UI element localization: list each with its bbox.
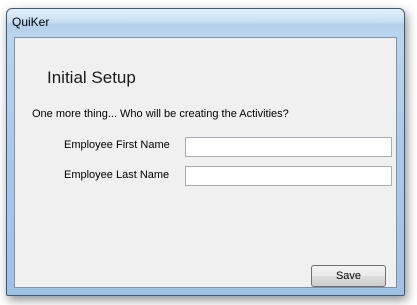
last-name-field[interactable] <box>185 166 392 186</box>
save-button[interactable]: Save <box>311 265 386 287</box>
setup-panel: Initial Setup One more thing... Who will… <box>14 37 397 288</box>
last-name-label: Employee Last Name <box>64 169 170 181</box>
first-name-field[interactable] <box>185 137 392 157</box>
setup-prompt: One more thing... Who will be creating t… <box>32 108 289 120</box>
setup-window: QuiKer Initial Setup One more thing... W… <box>6 8 405 296</box>
title-bar[interactable]: QuiKer <box>7 9 404 37</box>
first-name-label: Employee First Name <box>64 139 170 151</box>
window-title: QuiKer <box>12 15 50 29</box>
page-title: Initial Setup <box>47 68 136 87</box>
